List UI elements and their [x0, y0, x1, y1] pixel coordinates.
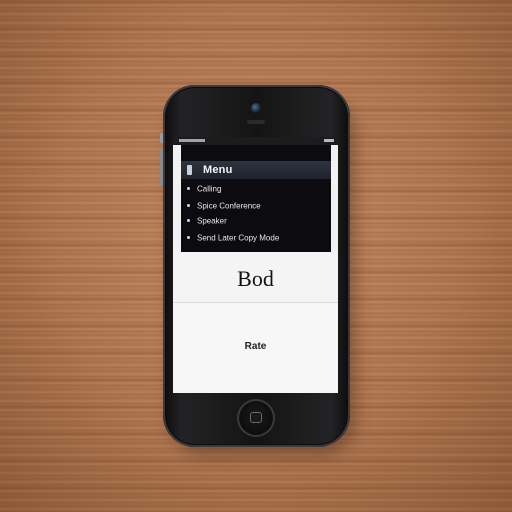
menu-panel: Menu Calling Spice Conference Speaker Se…: [181, 145, 331, 252]
lower-panel[interactable]: Rate: [173, 303, 338, 393]
bullet-icon: [187, 187, 190, 191]
home-square-icon: [250, 412, 262, 423]
bullet-icon: [187, 236, 190, 240]
home-button[interactable]: [237, 399, 275, 437]
middle-label: Bod: [237, 266, 274, 291]
phone-screen[interactable]: Menu Calling Spice Conference Speaker Se…: [173, 137, 338, 393]
status-carrier: [179, 139, 205, 142]
battery-icon: [324, 139, 334, 142]
menu-item-label: Speaker: [197, 216, 227, 226]
menu-item-conference[interactable]: Spice Conference: [187, 201, 327, 213]
lower-label: Rate: [244, 341, 267, 352]
bullet-icon: [187, 204, 190, 208]
menu-item-calling[interactable]: Calling: [187, 184, 327, 196]
menu-item-label: Calling: [197, 184, 222, 194]
menu-title: Menu: [203, 164, 233, 176]
earpiece-speaker: [247, 120, 265, 124]
middle-panel[interactable]: Bod: [173, 252, 338, 303]
menu-item-speaker[interactable]: Speaker: [187, 216, 327, 228]
menu-item-label: Send Later Copy Mode: [197, 233, 280, 243]
camera-icon: [251, 103, 261, 113]
menu-header[interactable]: Menu: [181, 161, 331, 179]
menu-item-label: Spice Conference: [197, 201, 261, 211]
info-icon: [187, 165, 192, 175]
status-bar: [173, 137, 338, 145]
bullet-icon: [187, 219, 190, 223]
menu-item-send-later[interactable]: Send Later Copy Mode: [187, 233, 327, 245]
